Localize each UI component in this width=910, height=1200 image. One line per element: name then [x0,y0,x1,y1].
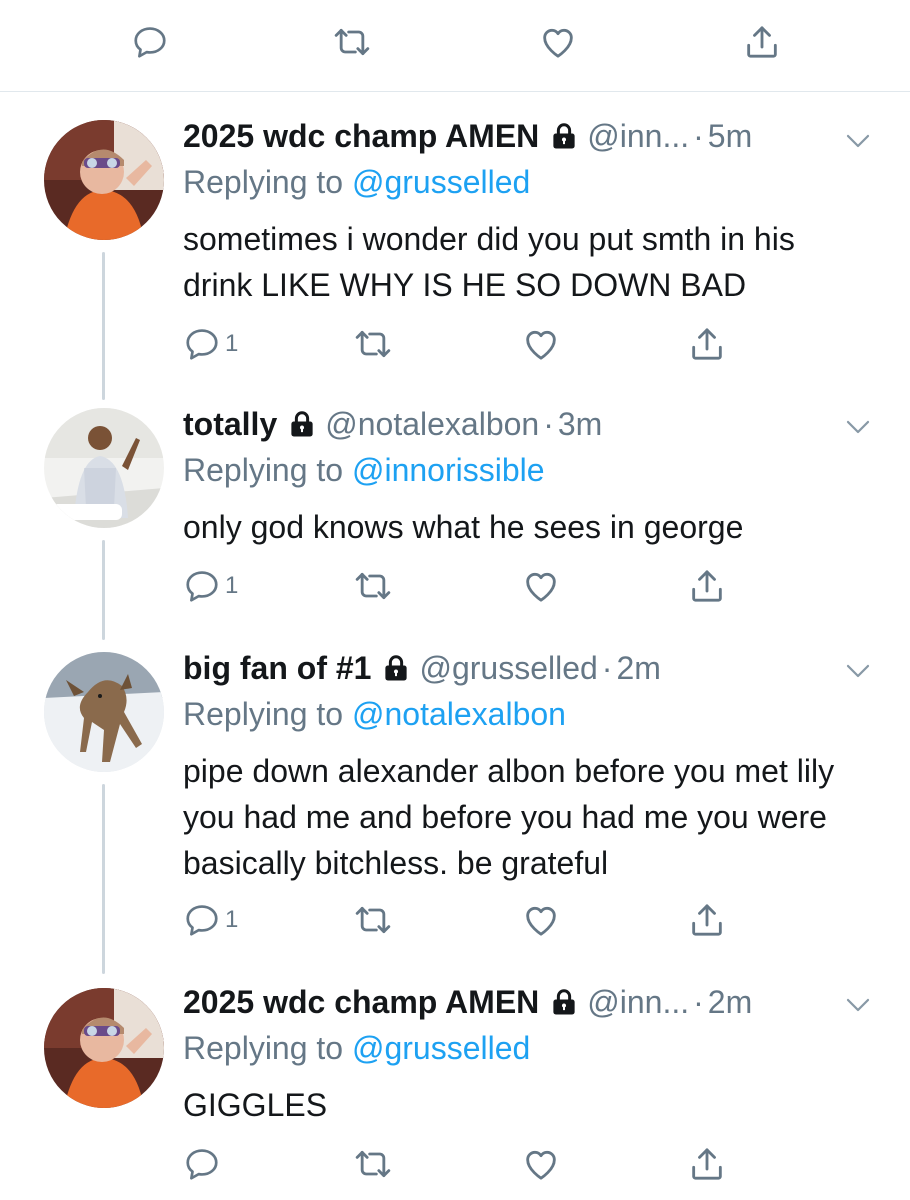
lock-icon [381,653,411,683]
share-button[interactable] [740,20,784,64]
display-name[interactable]: 2025 wdc champ AMEN [183,982,539,1022]
retweet-button[interactable] [353,1144,393,1184]
like-button[interactable] [536,20,580,64]
retweet-button[interactable] [330,20,374,64]
timestamp[interactable]: 2m [616,648,660,688]
timestamp[interactable]: 3m [558,404,602,444]
tweet-text: sometimes i wonder did you put smth in h… [183,221,795,303]
mention-link[interactable]: @innorissible [352,452,545,488]
tweet-actions [183,1144,743,1184]
share-button[interactable] [687,900,727,940]
separator-dot: · [693,984,704,1020]
reply-icon [183,567,221,605]
tweet-text: pipe down alexander albon before you met… [183,753,835,881]
tweet-text: GIGGLES [183,1087,328,1123]
reply-icon [183,1145,221,1183]
share-icon [687,900,727,940]
replying-to: Replying to @grusselled [183,162,873,202]
thread-line [102,540,105,640]
lock-icon [549,121,579,151]
replying-to-label: Replying to [183,452,344,488]
reply-icon [183,325,221,363]
retweet-icon [332,22,372,62]
username[interactable]: @inn... [587,982,689,1022]
like-button[interactable] [521,1144,561,1184]
like-button[interactable] [521,324,561,364]
reply-button[interactable]: 1 [183,566,238,606]
retweet-icon [353,324,393,364]
timestamp[interactable]: 2m [708,982,752,1022]
display-name[interactable]: totally [183,404,277,444]
avatar[interactable] [44,652,164,772]
mention-link[interactable]: @notalexalbon [352,696,566,732]
chevron-down-icon[interactable] [843,990,873,1025]
like-icon [521,566,561,606]
reply-count: 1 [225,906,239,933]
chevron-down-icon[interactable] [843,126,873,161]
chevron-down-icon[interactable] [843,412,873,447]
mention-link[interactable]: @grusselled [352,1030,530,1066]
separator-dot: · [601,650,613,686]
retweet-icon [353,1144,393,1184]
tweet-actions: 1 [183,324,743,364]
like-icon [538,22,578,62]
share-button[interactable] [687,324,727,364]
separator-dot: · [543,406,554,442]
display-name[interactable]: 2025 wdc champ AMEN [183,116,539,156]
reply-icon [183,901,221,939]
separator-dot: · [693,118,704,154]
reply-icon [131,23,169,61]
avatar[interactable] [44,120,164,240]
reply-button[interactable]: 1 [183,900,238,940]
replying-to-label: Replying to [183,696,344,732]
chevron-down-icon[interactable] [843,656,873,691]
share-button[interactable] [687,1144,727,1184]
display-name[interactable]: big fan of #1 [183,648,371,688]
lock-icon [287,409,317,439]
replying-to-label: Replying to [183,164,344,200]
like-button[interactable] [521,566,561,606]
like-button[interactable] [521,900,561,940]
tweet-text: only god knows what he sees in george [183,509,744,545]
avatar[interactable] [44,988,164,1108]
like-icon [521,900,561,940]
replying-to: Replying to @notalexalbon [183,694,873,734]
retweet-icon [353,566,393,606]
username[interactable]: @notalexalbon [325,404,539,444]
share-icon [687,324,727,364]
retweet-button[interactable] [353,566,393,606]
username[interactable]: @grusselled [419,648,597,688]
share-icon [687,1144,727,1184]
username[interactable]: @inn... [587,116,689,156]
share-icon [687,566,727,606]
thread-line [102,252,105,400]
avatar[interactable] [44,408,164,528]
replying-to-label: Replying to [183,1030,344,1066]
tweet-actions: 1 [183,900,743,940]
top-action-bar [0,0,910,92]
replying-to: Replying to @innorissible [183,450,873,490]
mention-link[interactable]: @grusselled [352,164,530,200]
lock-icon [549,987,579,1017]
like-icon [521,324,561,364]
thread-line [102,784,105,974]
share-button[interactable] [687,566,727,606]
share-icon [742,22,782,62]
timestamp[interactable]: 5m [708,116,752,156]
reply-count: 1 [225,572,239,599]
reply-button[interactable]: 1 [183,324,238,364]
reply-count: 1 [225,330,239,357]
retweet-icon [353,900,393,940]
like-icon [521,1144,561,1184]
reply-button[interactable] [183,1144,225,1184]
retweet-button[interactable] [353,900,393,940]
replying-to: Replying to @grusselled [183,1028,873,1068]
retweet-button[interactable] [353,324,393,364]
tweet-actions: 1 [183,566,743,606]
reply-button[interactable] [128,20,172,64]
